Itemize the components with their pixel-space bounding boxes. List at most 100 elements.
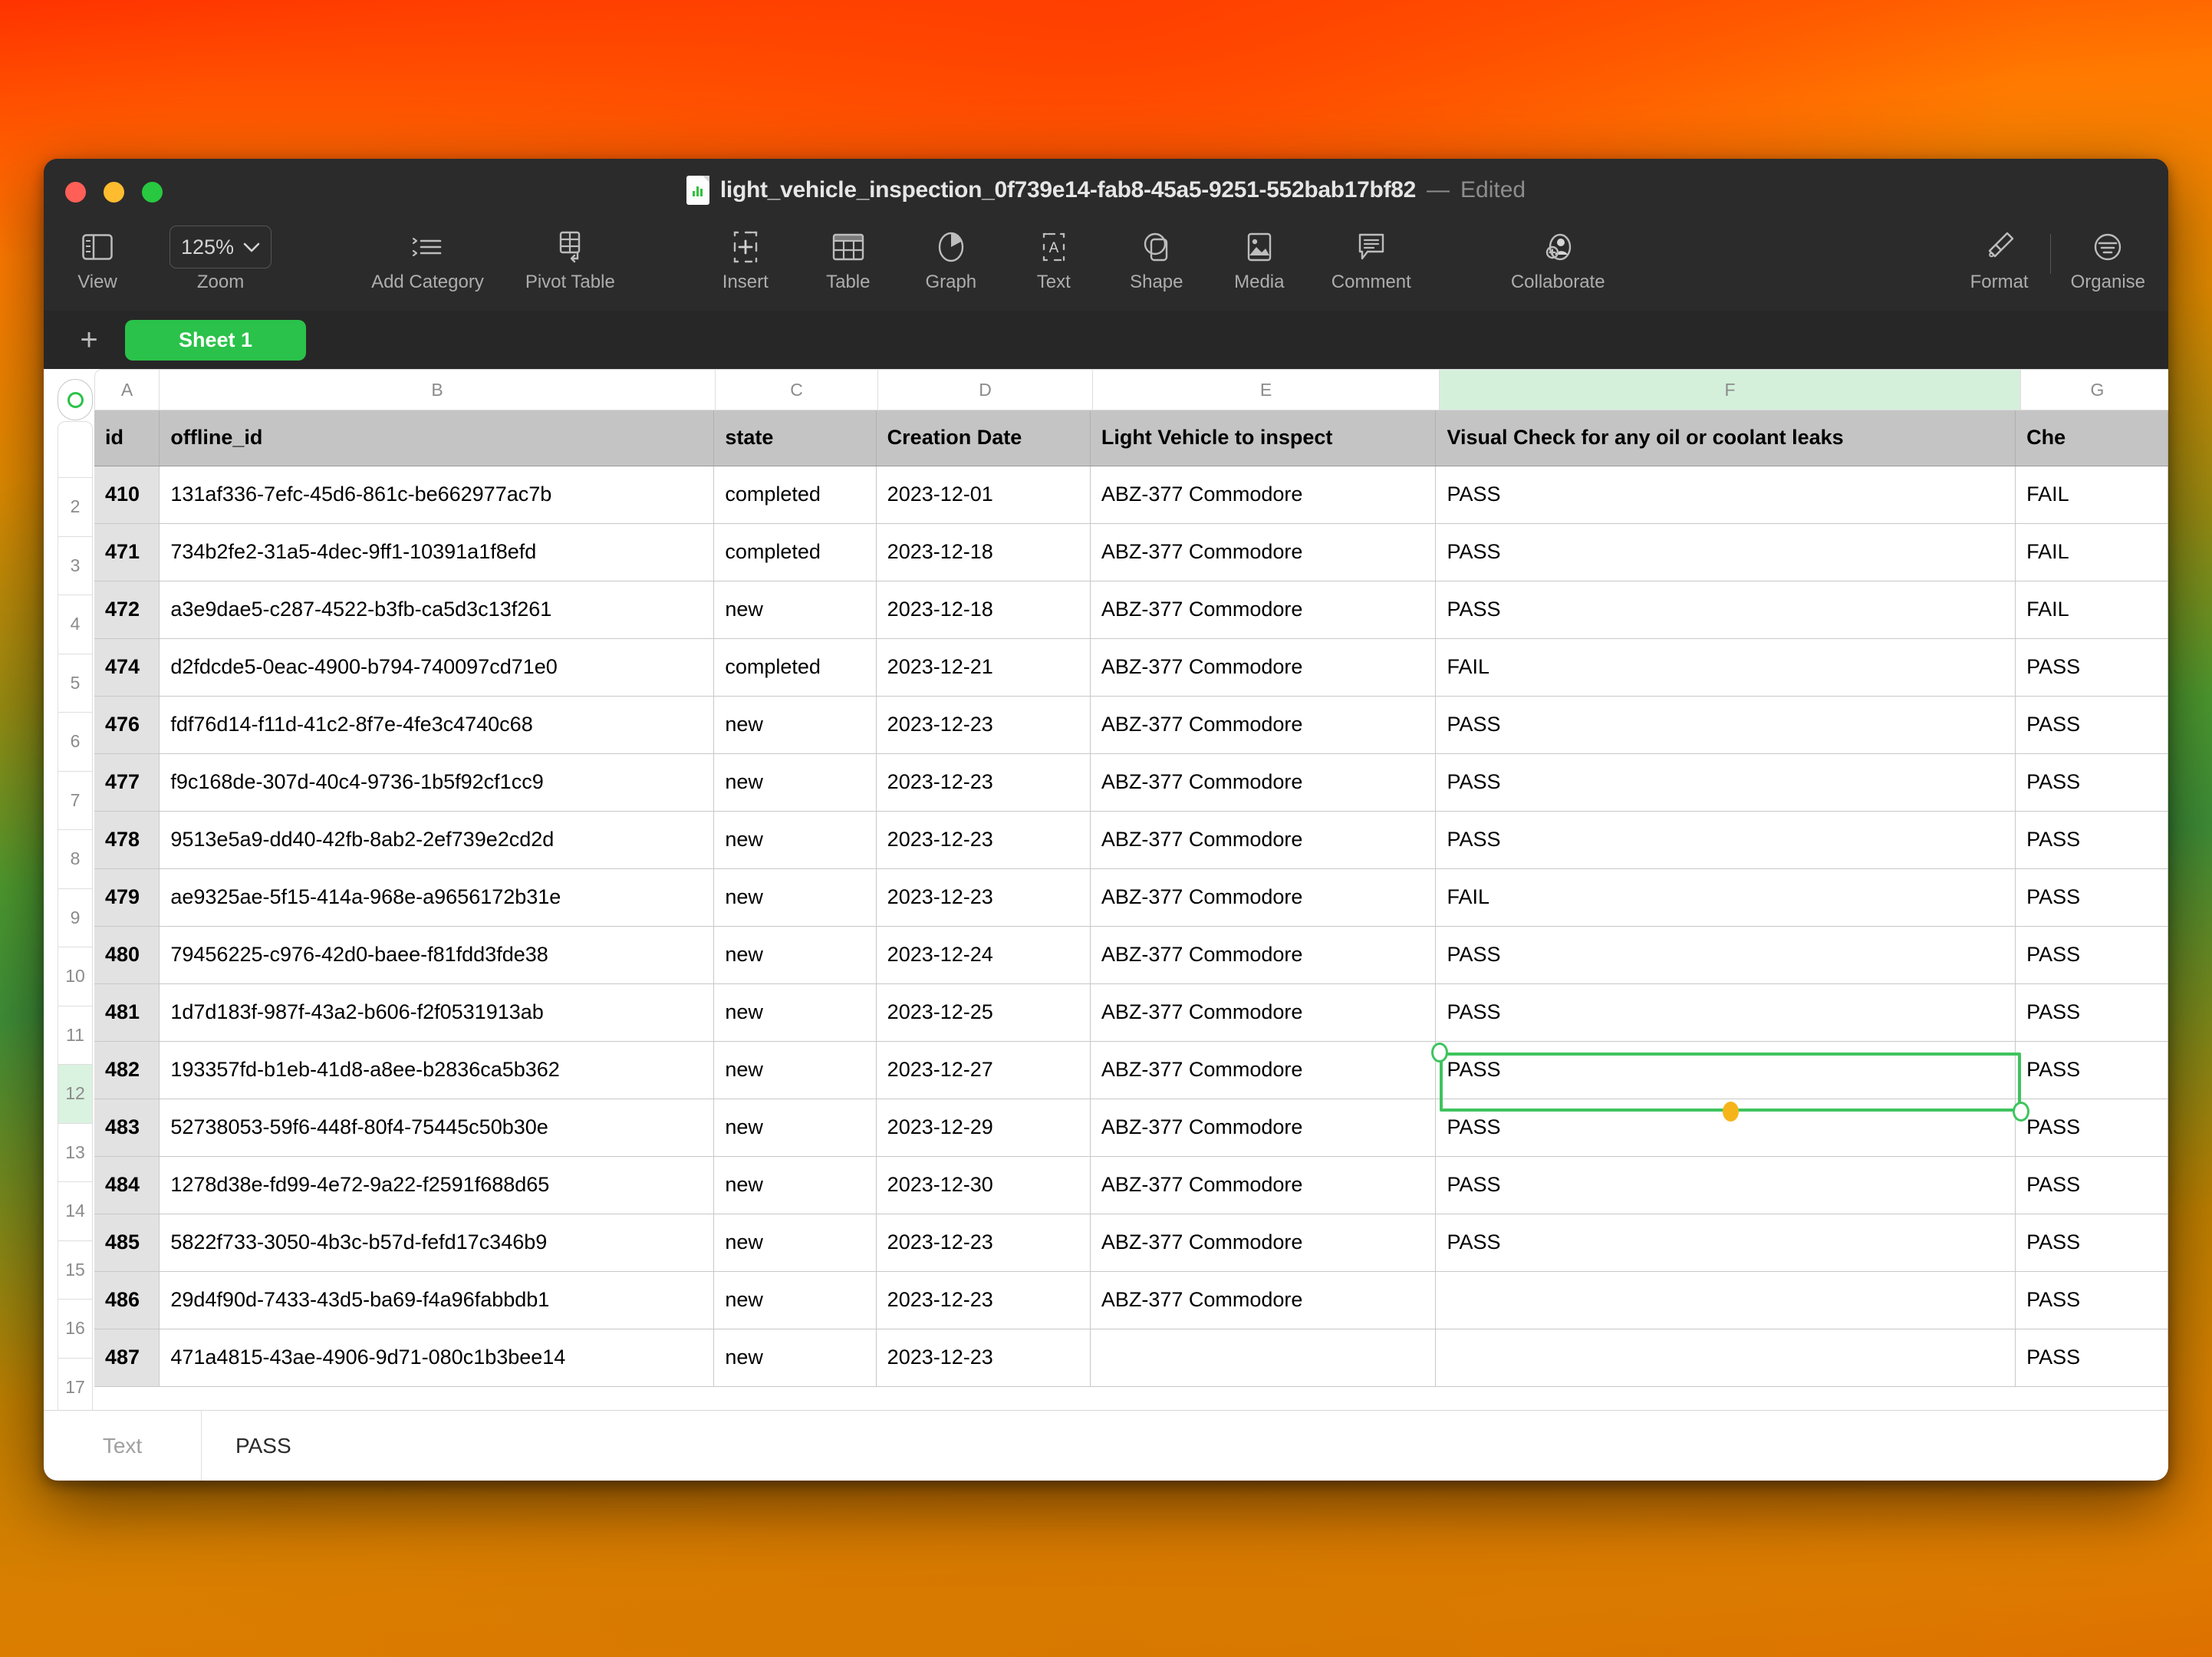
cell-check-g[interactable]: PASS xyxy=(2015,983,2168,1042)
cell-visual-check[interactable]: FAIL xyxy=(1435,868,2016,927)
row-header-6[interactable]: 6 xyxy=(58,713,93,772)
cell-offline-id[interactable]: 131af336-7efc-45d6-861c-be662977ac7b xyxy=(159,466,715,524)
table-body[interactable]: 410 131af336-7efc-45d6-861c-be662977ac7b c… xyxy=(94,466,2168,1387)
selection-handle-bottom-right[interactable] xyxy=(2013,1101,2029,1122)
cell-creation-date[interactable]: 2023-12-23 xyxy=(876,1329,1091,1387)
cell-state[interactable]: new xyxy=(713,696,877,754)
cell-vehicle[interactable]: ABZ-377 Commodore xyxy=(1090,466,1437,524)
row-header-2[interactable]: 2 xyxy=(58,478,93,537)
cell-offline-id[interactable]: 471a4815-43ae-4906-9d71-080c1b3bee14 xyxy=(159,1329,715,1387)
table-row[interactable]: 486 29d4f90d-7433-43d5-ba69-f4a96fabbdb1 n… xyxy=(94,1271,2168,1329)
header-id[interactable]: id xyxy=(94,410,160,466)
table-row[interactable]: 476 fdf76d14-f11d-41c2-8f7e-4fe3c4740c68 n… xyxy=(94,696,2168,754)
table-row[interactable]: 480 79456225-c976-42d0-baee-f81fdd3fde38 n… xyxy=(94,926,2168,984)
column-header-strip[interactable]: ABCDEFG xyxy=(94,369,2168,410)
sheet-canvas[interactable]: light_vehicle_i 234567891011121314151617… xyxy=(44,369,2168,1410)
column-header-f[interactable]: F xyxy=(1440,369,2021,410)
cell-id[interactable]: 481 xyxy=(94,983,160,1042)
row-header-4[interactable]: 4 xyxy=(58,595,93,654)
cell-check-g[interactable]: PASS xyxy=(2015,1041,2168,1099)
cell-check-g[interactable]: PASS xyxy=(2015,1271,2168,1329)
cell-id[interactable]: 480 xyxy=(94,926,160,984)
cell-visual-check[interactable]: PASS xyxy=(1435,1041,2016,1099)
cell-vehicle[interactable]: ABZ-377 Commodore xyxy=(1090,1271,1437,1329)
cell-vehicle[interactable]: ABZ-377 Commodore xyxy=(1090,1041,1437,1099)
table-row[interactable]: 483 52738053-59f6-448f-80f4-75445c50b30e n… xyxy=(94,1099,2168,1157)
cell-offline-id[interactable]: 5822f733-3050-4b3c-b57d-fefd17c346b9 xyxy=(159,1214,715,1272)
toolbar-pivot-table-button[interactable]: Pivot Table xyxy=(525,229,615,293)
table-row[interactable]: 478 9513e5a9-dd40-42fb-8ab2-2ef739e2cd2d n… xyxy=(94,811,2168,869)
toolbar-view-button[interactable]: View xyxy=(67,229,128,293)
row-header-13[interactable]: 13 xyxy=(58,1123,93,1182)
row-number-strip[interactable]: 2 3 4 5 6 7 8 9 10 11 12 13 14 15 16 17 xyxy=(58,421,93,1410)
table-row[interactable]: 481 1d7d183f-987f-43a2-b606-f2f0531913ab n… xyxy=(94,983,2168,1042)
cell-offline-id[interactable]: 193357fd-b1eb-41d8-a8ee-b2836ca5b362 xyxy=(159,1041,715,1099)
cell-vehicle[interactable]: ABZ-377 Commodore xyxy=(1090,926,1437,984)
cell-offline-id[interactable]: 9513e5a9-dd40-42fb-8ab2-2ef739e2cd2d xyxy=(159,811,715,869)
fill-handle[interactable] xyxy=(1723,1101,1739,1122)
cell-id[interactable]: 477 xyxy=(94,753,160,812)
table-row[interactable]: 485 5822f733-3050-4b3c-b57d-fefd17c346b9 n… xyxy=(94,1214,2168,1272)
cell-id[interactable]: 474 xyxy=(94,638,160,697)
toolbar-add-category-button[interactable]: Add Category xyxy=(371,229,484,293)
grid-viewport[interactable]: ABCDEFG id offline_id state Creation Dat… xyxy=(94,369,2168,1410)
cell-vehicle[interactable]: ABZ-377 Commodore xyxy=(1090,1156,1437,1214)
cell-visual-check[interactable]: PASS xyxy=(1435,466,2016,524)
cell-vehicle[interactable]: ABZ-377 Commodore xyxy=(1090,581,1437,639)
column-header-c[interactable]: C xyxy=(716,369,878,410)
cell-id[interactable]: 471 xyxy=(94,523,160,581)
cell-creation-date[interactable]: 2023-12-23 xyxy=(876,811,1091,869)
cell-visual-check[interactable]: PASS xyxy=(1435,753,2016,812)
table-row[interactable]: 410 131af336-7efc-45d6-861c-be662977ac7b c… xyxy=(94,466,2168,524)
table-row[interactable]: 479 ae9325ae-5f15-414a-968e-a9656172b31e n… xyxy=(94,868,2168,927)
row-header-5[interactable]: 5 xyxy=(58,654,93,713)
cell-creation-date[interactable]: 2023-12-27 xyxy=(876,1041,1091,1099)
table-row[interactable]: 477 f9c168de-307d-40c4-9736-1b5f92cf1cc9 n… xyxy=(94,753,2168,812)
table-row[interactable]: 471 734b2fe2-31a5-4dec-9ff1-10391a1f8efd c… xyxy=(94,523,2168,581)
header-visual-check[interactable]: Visual Check for any oil or coolant leak… xyxy=(1435,410,2016,466)
row-header-14[interactable]: 14 xyxy=(58,1182,93,1241)
cell-creation-date[interactable]: 2023-12-30 xyxy=(876,1156,1091,1214)
row-header-11[interactable]: 11 xyxy=(58,1006,93,1065)
toolbar-media-button[interactable]: Media xyxy=(1229,229,1290,293)
cell-vehicle[interactable]: ABZ-377 Commodore xyxy=(1090,811,1437,869)
cell-visual-check[interactable]: PASS xyxy=(1435,926,2016,984)
row-header-7[interactable]: 7 xyxy=(58,771,93,830)
cell-vehicle[interactable]: ABZ-377 Commodore xyxy=(1090,1214,1437,1272)
header-check-g[interactable]: Che xyxy=(2015,410,2168,466)
cell-state[interactable]: new xyxy=(713,1099,877,1157)
cell-check-g[interactable]: PASS xyxy=(2015,1329,2168,1387)
cell-vehicle[interactable]: ABZ-377 Commodore xyxy=(1090,983,1437,1042)
cell-creation-date[interactable]: 2023-12-23 xyxy=(876,1214,1091,1272)
cell-check-g[interactable]: FAIL xyxy=(2015,466,2168,524)
table-row[interactable]: 474 d2fdcde5-0eac-4900-b794-740097cd71e0 c… xyxy=(94,638,2168,697)
header-offline-id[interactable]: offline_id xyxy=(159,410,715,466)
cell-id[interactable]: 482 xyxy=(94,1041,160,1099)
cell-id[interactable]: 410 xyxy=(94,466,160,524)
cell-visual-check[interactable]: PASS xyxy=(1435,696,2016,754)
table-row[interactable]: 472 a3e9dae5-c287-4522-b3fb-ca5d3c13f261 n… xyxy=(94,581,2168,639)
cell-offline-id[interactable]: 1d7d183f-987f-43a2-b606-f2f0531913ab xyxy=(159,983,715,1042)
cell-creation-date[interactable]: 2023-12-25 xyxy=(876,983,1091,1042)
cell-offline-id[interactable]: fdf76d14-f11d-41c2-8f7e-4fe3c4740c68 xyxy=(159,696,715,754)
cell-offline-id[interactable]: 29d4f90d-7433-43d5-ba69-f4a96fabbdb1 xyxy=(159,1271,715,1329)
cell-visual-check[interactable]: PASS xyxy=(1435,523,2016,581)
toolbar-comment-button[interactable]: Comment xyxy=(1331,229,1411,293)
row-header-12[interactable]: 12 xyxy=(58,1065,93,1124)
cell-offline-id[interactable]: d2fdcde5-0eac-4900-b794-740097cd71e0 xyxy=(159,638,715,697)
cell-state[interactable]: new xyxy=(713,1214,877,1272)
toolbar-table-button[interactable]: Table xyxy=(818,229,879,293)
cell-state[interactable]: new xyxy=(713,811,877,869)
cell-id[interactable]: 485 xyxy=(94,1214,160,1272)
cell-check-g[interactable]: FAIL xyxy=(2015,523,2168,581)
row-header-8[interactable]: 8 xyxy=(58,830,93,889)
cell-id[interactable]: 472 xyxy=(94,581,160,639)
toolbar-organise-button[interactable]: Organise xyxy=(2071,229,2145,293)
cell-check-g[interactable]: PASS xyxy=(2015,1214,2168,1272)
cell-offline-id[interactable]: 1278d38e-fd99-4e72-9a22-f2591f688d65 xyxy=(159,1156,715,1214)
header-state[interactable]: state xyxy=(713,410,877,466)
cell-check-g[interactable]: PASS xyxy=(2015,1099,2168,1157)
row-header-3[interactable]: 3 xyxy=(58,536,93,595)
cell-state[interactable]: new xyxy=(713,1271,877,1329)
cell-id[interactable]: 479 xyxy=(94,868,160,927)
